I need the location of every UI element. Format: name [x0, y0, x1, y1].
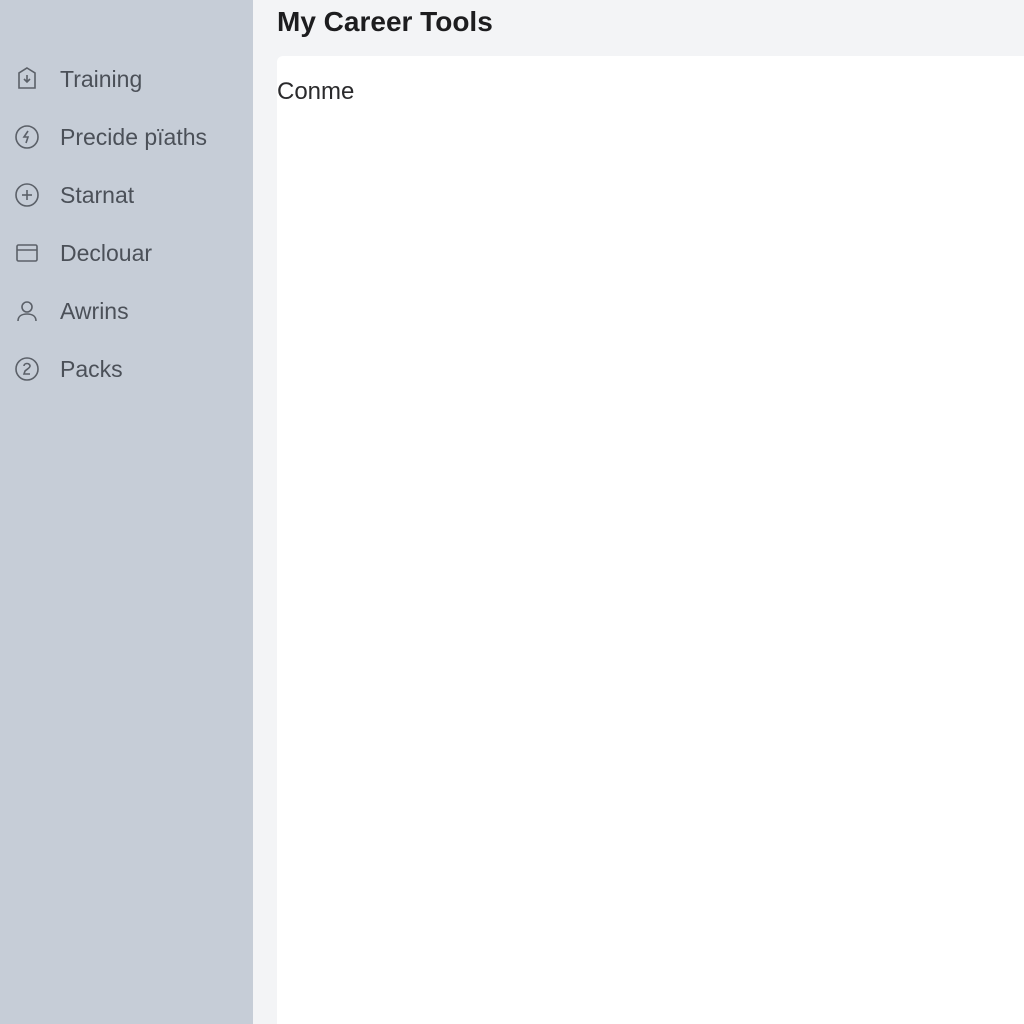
person-icon	[12, 296, 42, 326]
sidebar-item-awrins[interactable]: Awrins	[0, 282, 253, 340]
sidebar-item-label: Packs	[60, 356, 123, 383]
browser-icon	[12, 238, 42, 268]
sidebar-item-label: Precide pïaths	[60, 124, 207, 151]
sidebar-item-label: Declouar	[60, 240, 152, 267]
sidebar-item-declouar[interactable]: Declouar	[0, 224, 253, 282]
content-text: Conme	[277, 78, 1024, 106]
plus-circle-icon	[12, 180, 42, 210]
sidebar-item-label: Awrins	[60, 298, 129, 325]
sidebar-item-precide-piaths[interactable]: Precide pïaths	[0, 108, 253, 166]
sidebar-item-training[interactable]: Training	[0, 50, 253, 108]
download-box-icon	[12, 64, 42, 94]
page-title: My Career Tools	[277, 6, 1024, 38]
main-area: My Career Tools Conme	[253, 0, 1024, 1024]
sidebar-item-starnat[interactable]: Starnat	[0, 166, 253, 224]
content-panel: Conme	[277, 56, 1024, 1024]
lightning-circle-icon	[12, 122, 42, 152]
header: My Career Tools	[253, 0, 1024, 56]
sidebar: Training Precide pïaths Starnat	[0, 0, 253, 1024]
two-circle-icon	[12, 354, 42, 384]
sidebar-item-packs[interactable]: Packs	[0, 340, 253, 398]
sidebar-item-label: Training	[60, 66, 142, 93]
sidebar-item-label: Starnat	[60, 182, 134, 209]
